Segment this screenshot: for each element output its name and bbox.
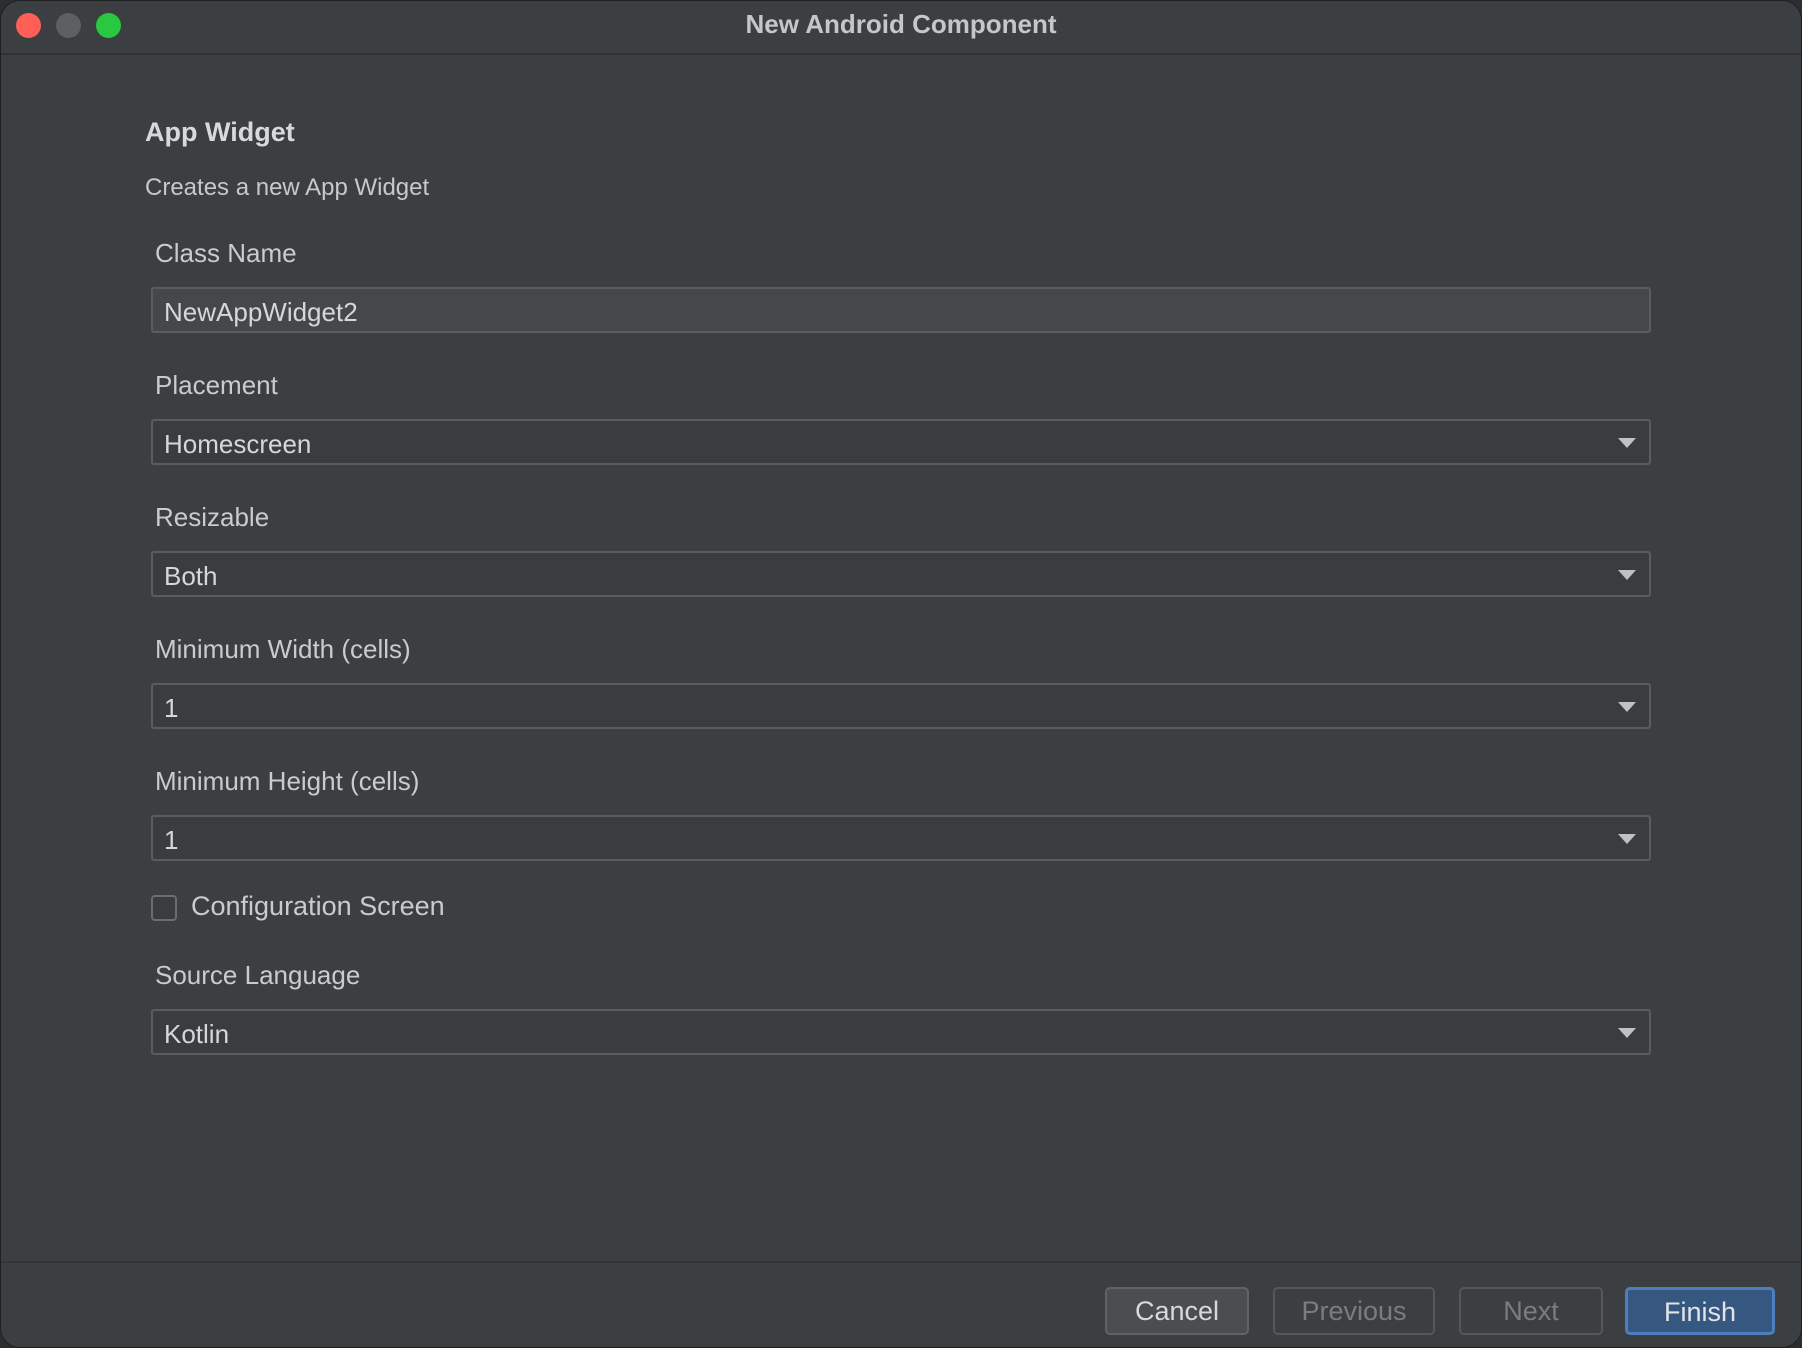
page-subtitle: Creates a new App Widget	[145, 174, 430, 201]
resizable-label: Resizable	[155, 502, 270, 532]
source-language-label: Source Language	[155, 960, 361, 990]
resizable-dropdown[interactable]: Both	[151, 551, 1651, 597]
min-width-value: 1	[164, 693, 179, 723]
chevron-down-icon	[1618, 834, 1636, 844]
placement-label: Placement	[155, 370, 278, 400]
dialog-content: App Widget Creates a new App Widget Clas…	[1, 55, 1801, 1260]
class-name-label: Class Name	[155, 238, 297, 268]
cancel-button[interactable]: Cancel	[1105, 1287, 1249, 1335]
min-width-label: Minimum Width (cells)	[155, 634, 411, 664]
chevron-down-icon	[1618, 1028, 1636, 1038]
min-width-dropdown[interactable]: 1	[151, 683, 1651, 729]
dialog-window: New Android Component App Widget Creates…	[0, 0, 1802, 1348]
min-height-label: Minimum Height (cells)	[155, 766, 420, 796]
chevron-down-icon	[1618, 438, 1636, 448]
finish-button[interactable]: Finish	[1625, 1287, 1775, 1335]
placement-dropdown[interactable]: Homescreen	[151, 419, 1651, 465]
chevron-down-icon	[1618, 570, 1636, 580]
configuration-screen-checkbox[interactable]	[151, 895, 177, 921]
source-language-value: Kotlin	[164, 1019, 230, 1049]
next-button[interactable]: Next	[1459, 1287, 1603, 1335]
min-height-dropdown[interactable]: 1	[151, 815, 1651, 861]
dialog-footer: Cancel Previous Next Finish	[1, 1261, 1801, 1347]
resizable-value: Both	[164, 561, 218, 591]
window-title: New Android Component	[745, 9, 1057, 39]
source-language-dropdown[interactable]: Kotlin	[151, 1009, 1651, 1055]
previous-button[interactable]: Previous	[1273, 1287, 1435, 1335]
class-name-input[interactable]: NewAppWidget2	[151, 287, 1651, 333]
page-title: App Widget	[145, 117, 295, 147]
min-height-value: 1	[164, 825, 179, 855]
title-bar: New Android Component	[1, 1, 1801, 55]
chevron-down-icon	[1618, 702, 1636, 712]
configuration-screen-label[interactable]: Configuration Screen	[191, 891, 445, 922]
class-name-value: NewAppWidget2	[164, 297, 358, 327]
placement-value: Homescreen	[164, 429, 312, 459]
